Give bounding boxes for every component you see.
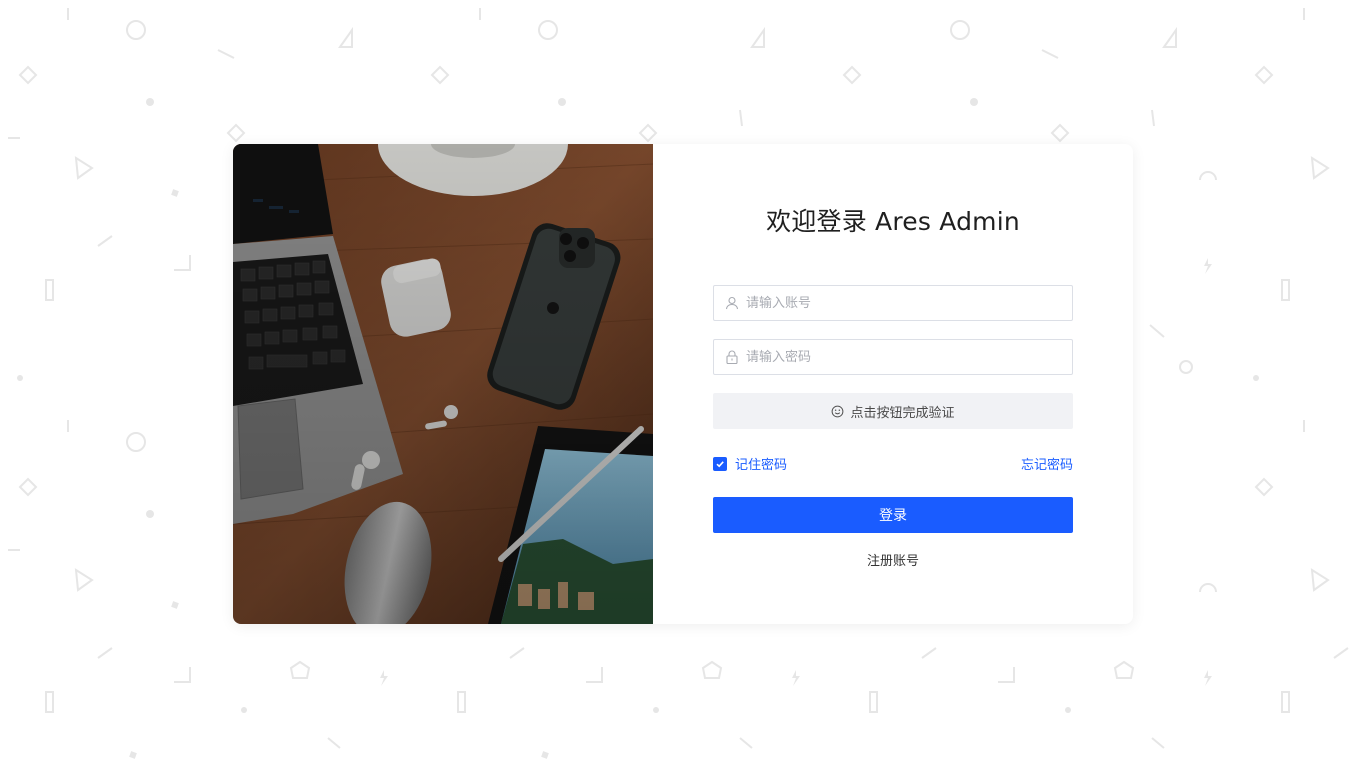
page-title: 欢迎登录 Ares Admin — [766, 207, 1020, 236]
remember-label: 记住密码 — [735, 458, 788, 473]
forgot-password-link[interactable]: 忘记密码 — [1021, 454, 1073, 473]
login-card: 欢迎登录 Ares Admin 点击按钮完成验证 — [233, 144, 1133, 624]
password-input[interactable] — [746, 340, 1064, 374]
register-link[interactable]: 注册账号 — [653, 550, 1133, 569]
login-form: 欢迎登录 Ares Admin 点击按钮完成验证 — [653, 144, 1133, 624]
hero-photo — [233, 144, 653, 624]
username-input[interactable] — [746, 286, 1064, 320]
user-icon — [725, 296, 739, 310]
login-button[interactable]: 登录 — [713, 497, 1073, 533]
username-field[interactable] — [713, 285, 1073, 321]
check-icon[interactable] — [713, 456, 727, 471]
verify-label: 点击按钮完成验证 — [850, 405, 955, 421]
lock-icon — [726, 350, 738, 365]
password-field[interactable] — [713, 339, 1073, 375]
remember-checkbox[interactable]: 记住密码 — [713, 454, 787, 473]
verify-button[interactable]: 点击按钮完成验证 — [713, 393, 1073, 429]
smile-icon — [832, 405, 844, 417]
